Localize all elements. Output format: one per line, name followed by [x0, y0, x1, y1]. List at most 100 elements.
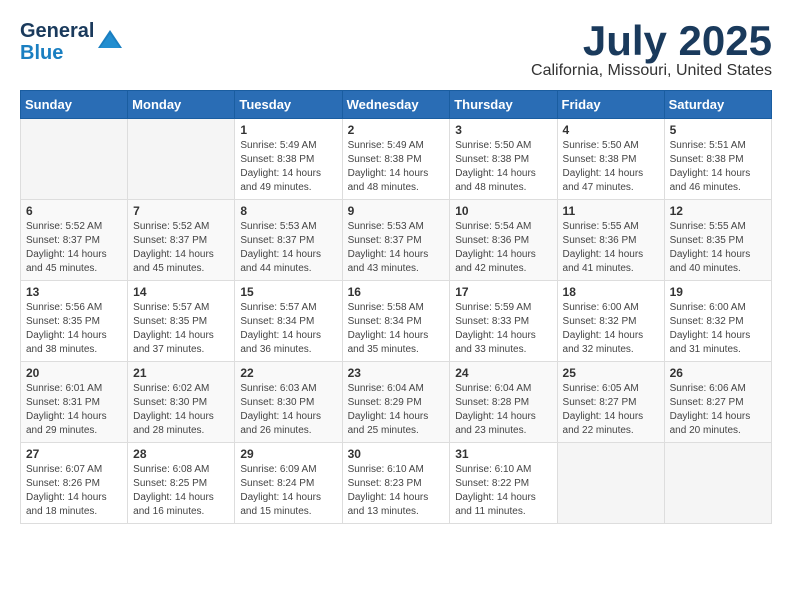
header-monday: Monday — [128, 91, 235, 119]
day-info: Sunrise: 5:54 AM Sunset: 8:36 PM Dayligh… — [455, 220, 551, 276]
logo-text: GeneralBlue — [20, 20, 94, 64]
day-number: 24 — [455, 366, 551, 380]
day-info: Sunrise: 5:52 AM Sunset: 8:37 PM Dayligh… — [26, 220, 122, 276]
calendar-cell: 25 Sunrise: 6:05 AM Sunset: 8:27 PM Dayli… — [557, 362, 664, 443]
day-info: Sunrise: 5:53 AM Sunset: 8:37 PM Dayligh… — [348, 220, 445, 276]
calendar-cell: 26 Sunrise: 6:06 AM Sunset: 8:27 PM Dayli… — [664, 362, 771, 443]
calendar-week-2: 6 Sunrise: 5:52 AM Sunset: 8:37 PM Daylig… — [21, 200, 772, 281]
weekday-header-row: Sunday Monday Tuesday Wednesday Thursday… — [21, 91, 772, 119]
calendar-cell: 21 Sunrise: 6:02 AM Sunset: 8:30 PM Dayli… — [128, 362, 235, 443]
calendar-cell: 4 Sunrise: 5:50 AM Sunset: 8:38 PM Daylig… — [557, 119, 664, 200]
day-info: Sunrise: 5:50 AM Sunset: 8:38 PM Dayligh… — [455, 139, 551, 195]
calendar-table: Sunday Monday Tuesday Wednesday Thursday… — [20, 90, 772, 524]
day-info: Sunrise: 5:55 AM Sunset: 8:36 PM Dayligh… — [563, 220, 659, 276]
day-number: 31 — [455, 447, 551, 461]
day-info: Sunrise: 5:59 AM Sunset: 8:33 PM Dayligh… — [455, 301, 551, 357]
calendar-cell: 19 Sunrise: 6:00 AM Sunset: 8:32 PM Dayli… — [664, 281, 771, 362]
calendar-cell: 27 Sunrise: 6:07 AM Sunset: 8:26 PM Dayli… — [21, 443, 128, 524]
calendar-cell: 29 Sunrise: 6:09 AM Sunset: 8:24 PM Dayli… — [235, 443, 342, 524]
day-number: 17 — [455, 285, 551, 299]
calendar-cell — [664, 443, 771, 524]
day-number: 28 — [133, 447, 229, 461]
day-number: 30 — [348, 447, 445, 461]
day-number: 21 — [133, 366, 229, 380]
day-number: 22 — [240, 366, 336, 380]
calendar-cell: 28 Sunrise: 6:08 AM Sunset: 8:25 PM Dayli… — [128, 443, 235, 524]
day-info: Sunrise: 5:55 AM Sunset: 8:35 PM Dayligh… — [670, 220, 766, 276]
calendar-cell: 9 Sunrise: 5:53 AM Sunset: 8:37 PM Daylig… — [342, 200, 450, 281]
title-block: July 2025 California, Missouri, United S… — [531, 20, 772, 80]
day-number: 16 — [348, 285, 445, 299]
day-number: 26 — [670, 366, 766, 380]
location-title: California, Missouri, United States — [531, 62, 772, 80]
calendar-week-4: 20Sunrise: 6:01 AM Sunset: 8:31 PM Dayli… — [21, 362, 772, 443]
day-info: Sunrise: 5:50 AM Sunset: 8:38 PM Dayligh… — [563, 139, 659, 195]
calendar-cell: 5Sunrise: 5:51 AM Sunset: 8:38 PM Daylig… — [664, 119, 771, 200]
day-info: Sunrise: 6:01 AM Sunset: 8:31 PM Dayligh… — [26, 382, 122, 438]
day-info: Sunrise: 5:58 AM Sunset: 8:34 PM Dayligh… — [348, 301, 445, 357]
day-info: Sunrise: 6:06 AM Sunset: 8:27 PM Dayligh… — [670, 382, 766, 438]
calendar-week-3: 13Sunrise: 5:56 AM Sunset: 8:35 PM Dayli… — [21, 281, 772, 362]
day-number: 19 — [670, 285, 766, 299]
calendar-cell: 15Sunrise: 5:57 AM Sunset: 8:34 PM Dayli… — [235, 281, 342, 362]
calendar-cell: 16 Sunrise: 5:58 AM Sunset: 8:34 PM Dayli… — [342, 281, 450, 362]
logo-icon — [96, 28, 124, 56]
calendar-cell: 22 Sunrise: 6:03 AM Sunset: 8:30 PM Dayli… — [235, 362, 342, 443]
day-number: 6 — [26, 204, 122, 218]
calendar-cell: 23 Sunrise: 6:04 AM Sunset: 8:29 PM Dayli… — [342, 362, 450, 443]
day-number: 18 — [563, 285, 659, 299]
day-info: Sunrise: 6:04 AM Sunset: 8:29 PM Dayligh… — [348, 382, 445, 438]
header-wednesday: Wednesday — [342, 91, 450, 119]
day-info: Sunrise: 6:07 AM Sunset: 8:26 PM Dayligh… — [26, 463, 122, 519]
day-info: Sunrise: 5:56 AM Sunset: 8:35 PM Dayligh… — [26, 301, 122, 357]
day-info: Sunrise: 5:51 AM Sunset: 8:38 PM Dayligh… — [670, 139, 766, 195]
day-number: 10 — [455, 204, 551, 218]
day-info: Sunrise: 6:00 AM Sunset: 8:32 PM Dayligh… — [670, 301, 766, 357]
day-number: 27 — [26, 447, 122, 461]
day-info: Sunrise: 6:05 AM Sunset: 8:27 PM Dayligh… — [563, 382, 659, 438]
day-info: Sunrise: 5:52 AM Sunset: 8:37 PM Dayligh… — [133, 220, 229, 276]
day-number: 25 — [563, 366, 659, 380]
day-number: 9 — [348, 204, 445, 218]
day-info: Sunrise: 6:03 AM Sunset: 8:30 PM Dayligh… — [240, 382, 336, 438]
day-number: 1 — [240, 123, 336, 137]
day-number: 14 — [133, 285, 229, 299]
calendar-cell: 2Sunrise: 5:49 AM Sunset: 8:38 PM Daylig… — [342, 119, 450, 200]
calendar-cell: 10 Sunrise: 5:54 AM Sunset: 8:36 PM Dayli… — [450, 200, 557, 281]
calendar-cell: 31Sunrise: 6:10 AM Sunset: 8:22 PM Dayli… — [450, 443, 557, 524]
header-thursday: Thursday — [450, 91, 557, 119]
day-number: 3 — [455, 123, 551, 137]
day-number: 11 — [563, 204, 659, 218]
calendar-cell: 3 Sunrise: 5:50 AM Sunset: 8:38 PM Daylig… — [450, 119, 557, 200]
day-number: 7 — [133, 204, 229, 218]
calendar-cell: 6 Sunrise: 5:52 AM Sunset: 8:37 PM Daylig… — [21, 200, 128, 281]
day-number: 4 — [563, 123, 659, 137]
header-tuesday: Tuesday — [235, 91, 342, 119]
day-info: Sunrise: 5:53 AM Sunset: 8:37 PM Dayligh… — [240, 220, 336, 276]
day-info: Sunrise: 6:00 AM Sunset: 8:32 PM Dayligh… — [563, 301, 659, 357]
day-info: Sunrise: 6:02 AM Sunset: 8:30 PM Dayligh… — [133, 382, 229, 438]
page-header: GeneralBlue July 2025 California, Missou… — [20, 20, 772, 80]
header-sunday: Sunday — [21, 91, 128, 119]
day-info: Sunrise: 6:09 AM Sunset: 8:24 PM Dayligh… — [240, 463, 336, 519]
calendar-cell: 18 Sunrise: 6:00 AM Sunset: 8:32 PM Dayli… — [557, 281, 664, 362]
calendar-cell: 8 Sunrise: 5:53 AM Sunset: 8:37 PM Daylig… — [235, 200, 342, 281]
calendar-week-1: 1 Sunrise: 5:49 AM Sunset: 8:38 PM Daylig… — [21, 119, 772, 200]
day-info: Sunrise: 5:57 AM Sunset: 8:35 PM Dayligh… — [133, 301, 229, 357]
calendar-week-5: 27 Sunrise: 6:07 AM Sunset: 8:26 PM Dayli… — [21, 443, 772, 524]
day-info: Sunrise: 6:08 AM Sunset: 8:25 PM Dayligh… — [133, 463, 229, 519]
day-number: 23 — [348, 366, 445, 380]
calendar-cell: 17 Sunrise: 5:59 AM Sunset: 8:33 PM Dayli… — [450, 281, 557, 362]
header-friday: Friday — [557, 91, 664, 119]
logo: GeneralBlue — [20, 20, 124, 64]
day-number: 8 — [240, 204, 336, 218]
calendar-cell — [21, 119, 128, 200]
calendar-cell: 11 Sunrise: 5:55 AM Sunset: 8:36 PM Dayli… — [557, 200, 664, 281]
day-info: Sunrise: 5:49 AM Sunset: 8:38 PM Dayligh… — [240, 139, 336, 195]
calendar-cell: 14 Sunrise: 5:57 AM Sunset: 8:35 PM Dayli… — [128, 281, 235, 362]
day-number: 12 — [670, 204, 766, 218]
month-title: July 2025 — [531, 20, 772, 62]
day-number: 29 — [240, 447, 336, 461]
calendar-cell: 7 Sunrise: 5:52 AM Sunset: 8:37 PM Daylig… — [128, 200, 235, 281]
day-number: 2 — [348, 123, 445, 137]
